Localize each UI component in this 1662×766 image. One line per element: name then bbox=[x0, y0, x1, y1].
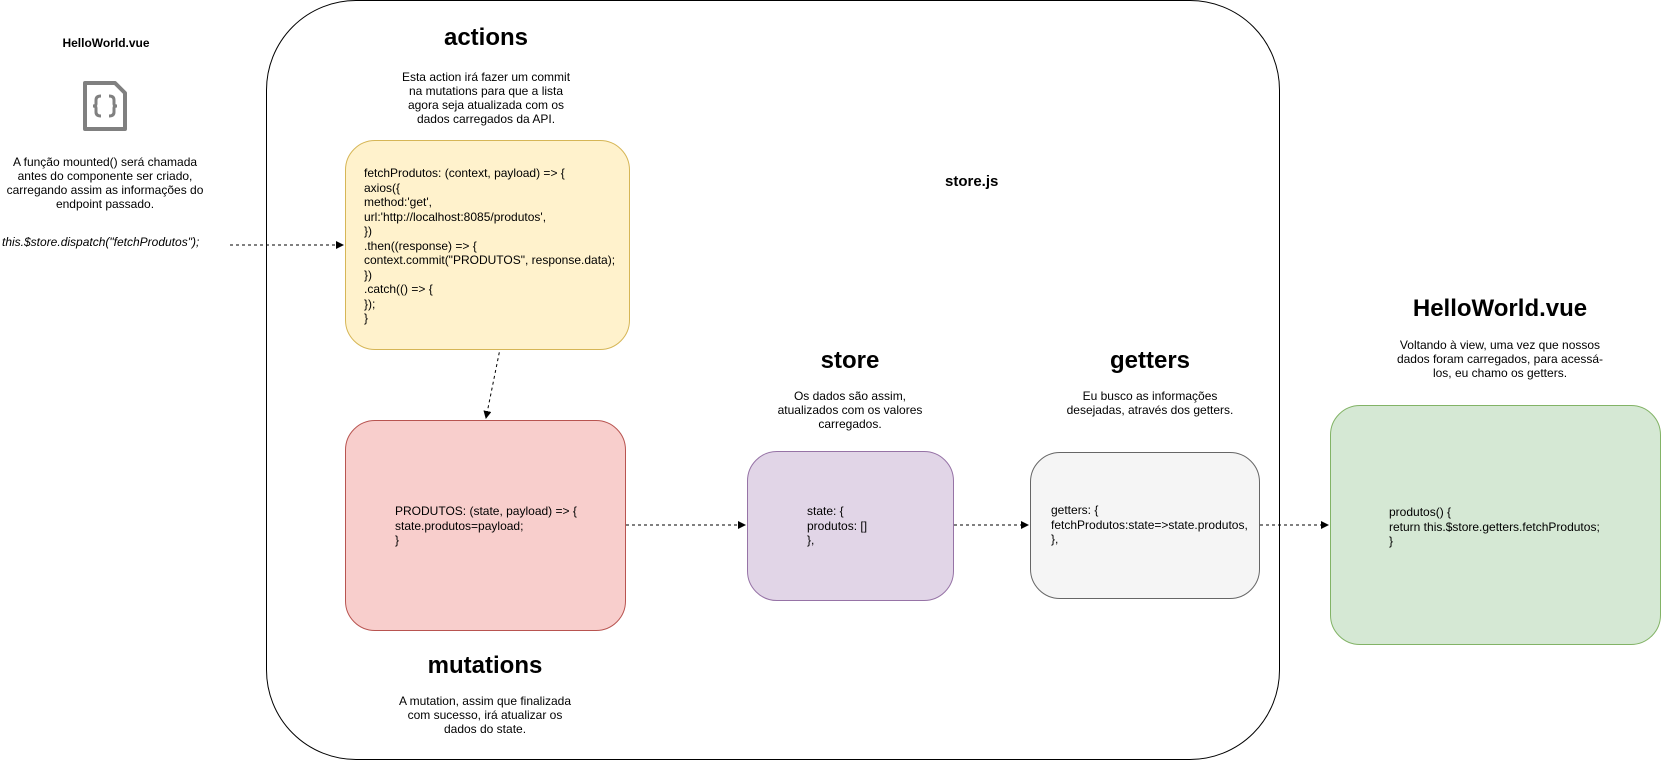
store-description-line: Os dados são assim, bbox=[793, 389, 907, 403]
getters-box: getters: { fetchProdutos:state=>state.pr… bbox=[1030, 452, 1260, 599]
code-line: }) bbox=[364, 224, 373, 238]
code-line: }); bbox=[364, 296, 376, 311]
code-line: state.produtos=payload; bbox=[395, 518, 524, 533]
store-title: store bbox=[820, 347, 880, 374]
code-line: } bbox=[364, 311, 369, 325]
store-description-line: carregados. bbox=[818, 417, 882, 431]
code-line: PRODUTOS: (state, payload) => { bbox=[395, 504, 577, 518]
code-line: produtos() { bbox=[1389, 505, 1452, 519]
mutations-title: mutations bbox=[427, 652, 543, 679]
left-description-line: antes do componente ser criado, bbox=[17, 169, 193, 183]
right-description-line: Voltando à view, uma vez que nossos bbox=[1399, 338, 1601, 352]
store-js-label: store.js bbox=[945, 173, 999, 190]
left-description-line: endpoint passado. bbox=[55, 197, 155, 211]
mutations-description: A mutation, assim que finalizada com suc… bbox=[385, 694, 585, 736]
code-line: method:'get', bbox=[364, 195, 432, 209]
view-box: produtos() { return this.$store.getters.… bbox=[1330, 405, 1661, 645]
actions-description-line: agora seja atualizada com os bbox=[407, 98, 565, 112]
getters-description-line: desejadas, através dos getters. bbox=[1066, 403, 1234, 417]
code-line: return this.$store.getters.fetchProdutos… bbox=[1389, 519, 1600, 534]
code-line: .catch(() => { bbox=[364, 282, 433, 296]
getters-description-line: Eu busco as informações bbox=[1082, 389, 1218, 403]
getters-title: getters bbox=[1109, 347, 1191, 374]
file-code-icon bbox=[82, 80, 128, 132]
getters-description: Eu busco as informações desejadas, atrav… bbox=[1050, 389, 1250, 417]
actions-description-line: dados carregados da API. bbox=[416, 112, 556, 126]
code-line: }, bbox=[1051, 532, 1059, 546]
code-line: fetchProdutos:state=>state.produtos, bbox=[1051, 517, 1248, 532]
code-line: }) bbox=[364, 267, 373, 282]
mutations-description-line: dados do state. bbox=[443, 722, 527, 736]
mutations-description-line: A mutation, assim que finalizada bbox=[398, 694, 572, 708]
right-description-line: los, eu chamo os getters. bbox=[1432, 366, 1568, 380]
mutations-box: PRODUTOS: (state, payload) => { state.pr… bbox=[345, 420, 626, 631]
store-description-line: atualizados com os valores bbox=[777, 403, 923, 417]
right-description-line: dados foram carregados, para acessá- bbox=[1396, 352, 1604, 366]
code-line: axios({ bbox=[364, 180, 401, 195]
code-line: getters: { bbox=[1051, 503, 1099, 517]
actions-description-line: na mutations para que a lista bbox=[408, 84, 564, 98]
actions-description: Esta action irá fazer um commit na mutat… bbox=[386, 70, 586, 126]
left-filename: HelloWorld.vue bbox=[62, 36, 150, 50]
mutations-description-line: com sucesso, irá atualizar os bbox=[407, 708, 563, 722]
code-line: } bbox=[395, 533, 400, 547]
code-line: state: { bbox=[807, 504, 844, 518]
left-description-line: carregando assim as informações do bbox=[6, 183, 204, 197]
code-line: url:'http://localhost:8085/produtos', bbox=[364, 209, 547, 224]
code-line: fetchProdutos: (context, payload) => { bbox=[364, 166, 565, 180]
actions-description-line: Esta action irá fazer um commit bbox=[401, 70, 571, 84]
actions-title: actions bbox=[443, 24, 529, 51]
store-description: Os dados são assim, atualizados com os v… bbox=[760, 389, 940, 431]
code-line: .then((response) => { bbox=[364, 238, 477, 253]
right-description: Voltando à view, uma vez que nossos dado… bbox=[1385, 338, 1615, 380]
code-line: } bbox=[1389, 534, 1394, 548]
left-description: A função mounted() será chamada antes do… bbox=[0, 155, 210, 211]
dispatch-code: this.$store.dispatch("fetchProdutos"); bbox=[2, 235, 200, 249]
actions-box: fetchProdutos: (context, payload) => { a… bbox=[345, 140, 630, 350]
code-line: }, bbox=[807, 533, 815, 547]
right-title: HelloWorld.vue bbox=[1412, 295, 1588, 322]
code-line: produtos: [] bbox=[807, 518, 868, 533]
store-box: state: { produtos: [] }, bbox=[747, 451, 954, 601]
left-description-line: A função mounted() será chamada bbox=[12, 155, 198, 169]
code-line: context.commit("PRODUTOS", response.data… bbox=[364, 253, 616, 267]
